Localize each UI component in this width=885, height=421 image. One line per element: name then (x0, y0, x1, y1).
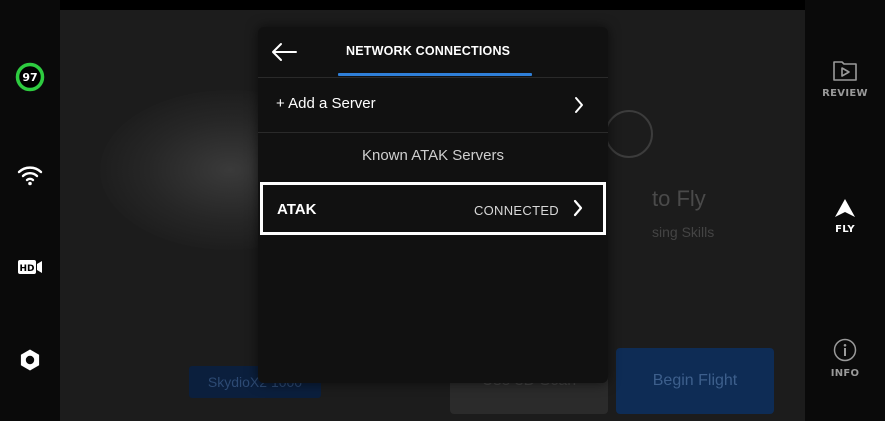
battery-indicator[interactable]: 97 (0, 60, 60, 94)
nav-info[interactable]: INFO (805, 338, 885, 379)
add-server-label: + Add a Server (276, 95, 376, 112)
check-circle-icon (605, 110, 653, 158)
network-connections-modal: NETWORK CONNECTIONS + Add a Server Known… (258, 27, 608, 383)
nav-info-label: INFO (830, 368, 860, 379)
chevron-right-icon (575, 97, 583, 113)
background-subtitle: sing Skills (652, 224, 715, 240)
wifi-status[interactable] (0, 158, 60, 192)
left-status-rail: 97 HD (0, 0, 60, 421)
server-name: ATAK (277, 201, 317, 218)
battery-percent: 97 (22, 70, 38, 84)
settings-button[interactable] (0, 343, 60, 377)
nav-fly-label: FLY (835, 224, 855, 235)
wifi-icon (17, 166, 43, 186)
server-row-atak[interactable]: ATAK CONNECTED (260, 182, 606, 235)
known-servers-heading: Known ATAK Servers (361, 147, 504, 164)
battery-ring: 97 (15, 62, 45, 92)
add-server-row[interactable]: + Add a Server (258, 78, 608, 133)
fly-arrow-icon (835, 199, 855, 217)
right-nav-rail: REVIEW FLY INFO (805, 0, 885, 421)
info-icon (833, 338, 857, 362)
svg-text:HD: HD (19, 264, 34, 274)
review-folder-icon (833, 61, 857, 81)
nav-review-label: REVIEW (822, 88, 868, 99)
modal-header: NETWORK CONNECTIONS (258, 27, 608, 78)
gear-icon (20, 349, 40, 371)
begin-flight-button[interactable]: Begin Flight (616, 348, 774, 414)
modal-title: NETWORK CONNECTIONS (346, 44, 511, 58)
background-title: to Fly (652, 186, 706, 211)
hd-video-status[interactable]: HD (0, 250, 60, 284)
title-underline (338, 73, 532, 76)
chevron-right-icon (573, 199, 583, 217)
server-status: CONNECTED (473, 203, 559, 218)
nav-fly[interactable]: FLY (805, 198, 885, 235)
back-arrow-icon[interactable] (270, 41, 298, 63)
nav-review[interactable]: REVIEW (805, 58, 885, 99)
hd-camera-icon: HD (18, 260, 42, 274)
